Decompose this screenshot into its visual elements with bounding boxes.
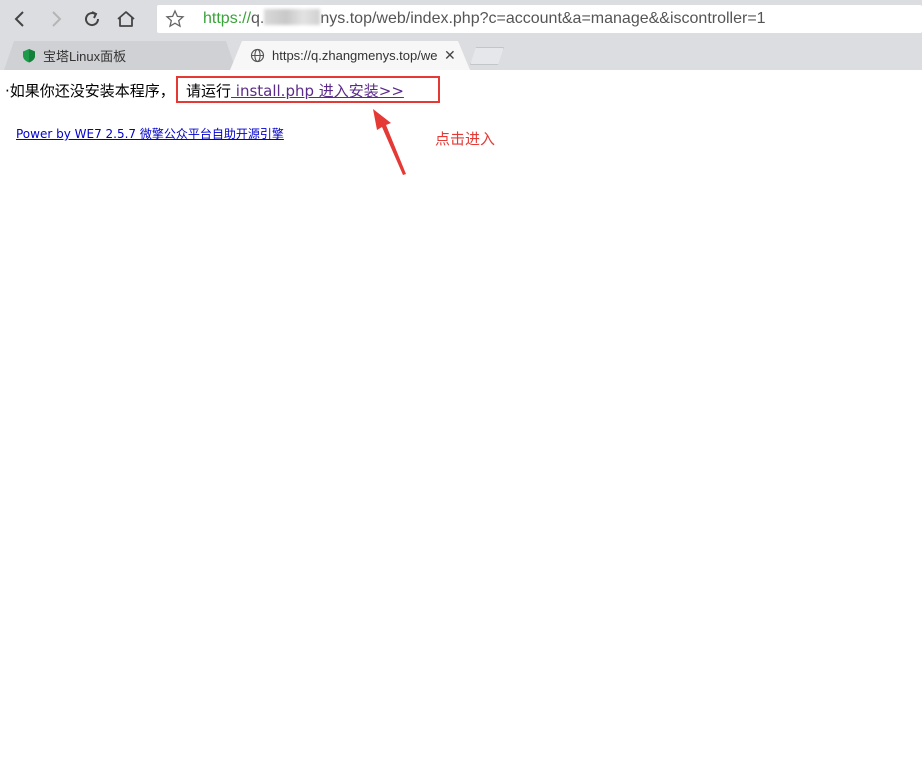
back-arrow-icon [14, 11, 24, 27]
tab-label: https://q.zhangmenys.top/we [272, 48, 438, 63]
url-host-start: q. [251, 10, 265, 27]
reload-button[interactable] [79, 6, 105, 32]
power-by-link[interactable]: Power by WE7 2.5.7 微擎公众平台自助开源引擎 [16, 125, 284, 142]
install-instruction: 请运行 install.php 进入安装>> [186, 80, 404, 101]
tab-baota-panel[interactable]: 宝塔Linux面板 [4, 41, 236, 70]
url-text[interactable]: https://q. nys.top/web/index.php?c=accoun… [203, 9, 766, 28]
home-button[interactable] [113, 6, 139, 32]
tab-current-page[interactable]: https://q.zhangmenys.top/we ✕ [230, 41, 470, 70]
reload-icon [85, 11, 100, 27]
close-icon[interactable]: ✕ [444, 49, 456, 63]
url-path: /web/index.php?c=account&a=manage&&iscon… [371, 10, 766, 27]
install-link[interactable]: install.php 进入安装>> [231, 82, 404, 100]
home-icon [117, 11, 135, 27]
address-bar[interactable]: https://q. nys.top/web/index.php?c=accoun… [157, 5, 922, 33]
run-label: 请运行 [186, 82, 232, 100]
forward-arrow-icon [52, 11, 62, 27]
annotation-label: 点击进入 [435, 130, 496, 148]
forward-button[interactable] [43, 6, 69, 32]
star-icon[interactable] [165, 9, 185, 29]
tab-label: 宝塔Linux面板 [43, 49, 127, 64]
shield-icon [22, 48, 36, 63]
browser-chrome: https://q. nys.top/web/index.php?c=accoun… [0, 0, 922, 70]
annotation-arrow-icon [373, 109, 406, 175]
url-host-end: nys.top [320, 10, 372, 27]
url-scheme: https:// [203, 10, 252, 27]
url-redacted [264, 9, 321, 25]
new-tab-button[interactable] [470, 47, 504, 65]
browser-toolbar: https://q. nys.top/web/index.php?c=accoun… [0, 0, 922, 38]
back-button[interactable] [7, 6, 33, 32]
globe-icon [250, 48, 265, 63]
page-content: ·如果你还没安装本程序， 请运行 install.php 进入安装>> Powe… [0, 70, 922, 761]
tab-strip: 宝塔Linux面板 https://q.zhangmenys.top/we ✕ [0, 38, 922, 70]
install-prompt: ·如果你还没安装本程序， [5, 82, 175, 100]
